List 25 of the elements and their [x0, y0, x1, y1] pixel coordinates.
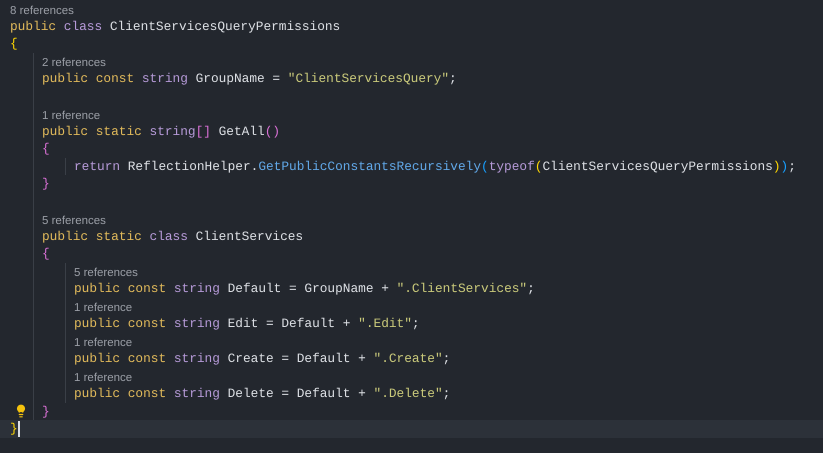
reference-count-link[interactable]: 1 reference — [74, 371, 132, 385]
code-line: return ReflectionHelper.GetPublicConstantsRecursively(typeof(ClientServicesQueryPermissions)); — [74, 158, 796, 175]
reference-count-link[interactable]: 1 reference — [74, 336, 132, 350]
code-line: public class ClientServicesQueryPermissions — [10, 18, 340, 35]
code-line: } — [42, 402, 50, 420]
reference-count-link[interactable]: 8 references — [10, 4, 74, 18]
reference-count-link[interactable]: 5 references — [42, 214, 106, 228]
code-line: public const string Create = Default + ".Create"; — [74, 350, 450, 368]
code-line: public const string Delete = Default + ".Delete"; — [74, 385, 450, 402]
code-line: public const string Edit = Default + ".Edit"; — [74, 315, 420, 332]
code-line: } — [10, 420, 18, 438]
code-line: } — [42, 175, 50, 192]
reference-count-link[interactable]: 1 reference — [74, 301, 132, 315]
text-cursor — [18, 420, 20, 437]
code-line: public static string[] GetAll() — [42, 122, 280, 140]
reference-count-link[interactable]: 5 references — [74, 266, 138, 280]
code-line: public const string GroupName = "ClientServicesQuery"; — [42, 70, 457, 88]
reference-count-link[interactable]: 1 reference — [42, 108, 100, 122]
code-line: public static class ClientServices — [42, 228, 304, 245]
code-line: { — [10, 35, 18, 52]
lightbulb-icon[interactable] — [14, 404, 28, 418]
reference-count-link[interactable]: 2 references — [42, 56, 106, 70]
code-line: public const string Default = GroupName + ".ClientServices"; — [74, 280, 535, 298]
code-line: { — [42, 245, 50, 262]
code-line: { — [42, 140, 50, 158]
